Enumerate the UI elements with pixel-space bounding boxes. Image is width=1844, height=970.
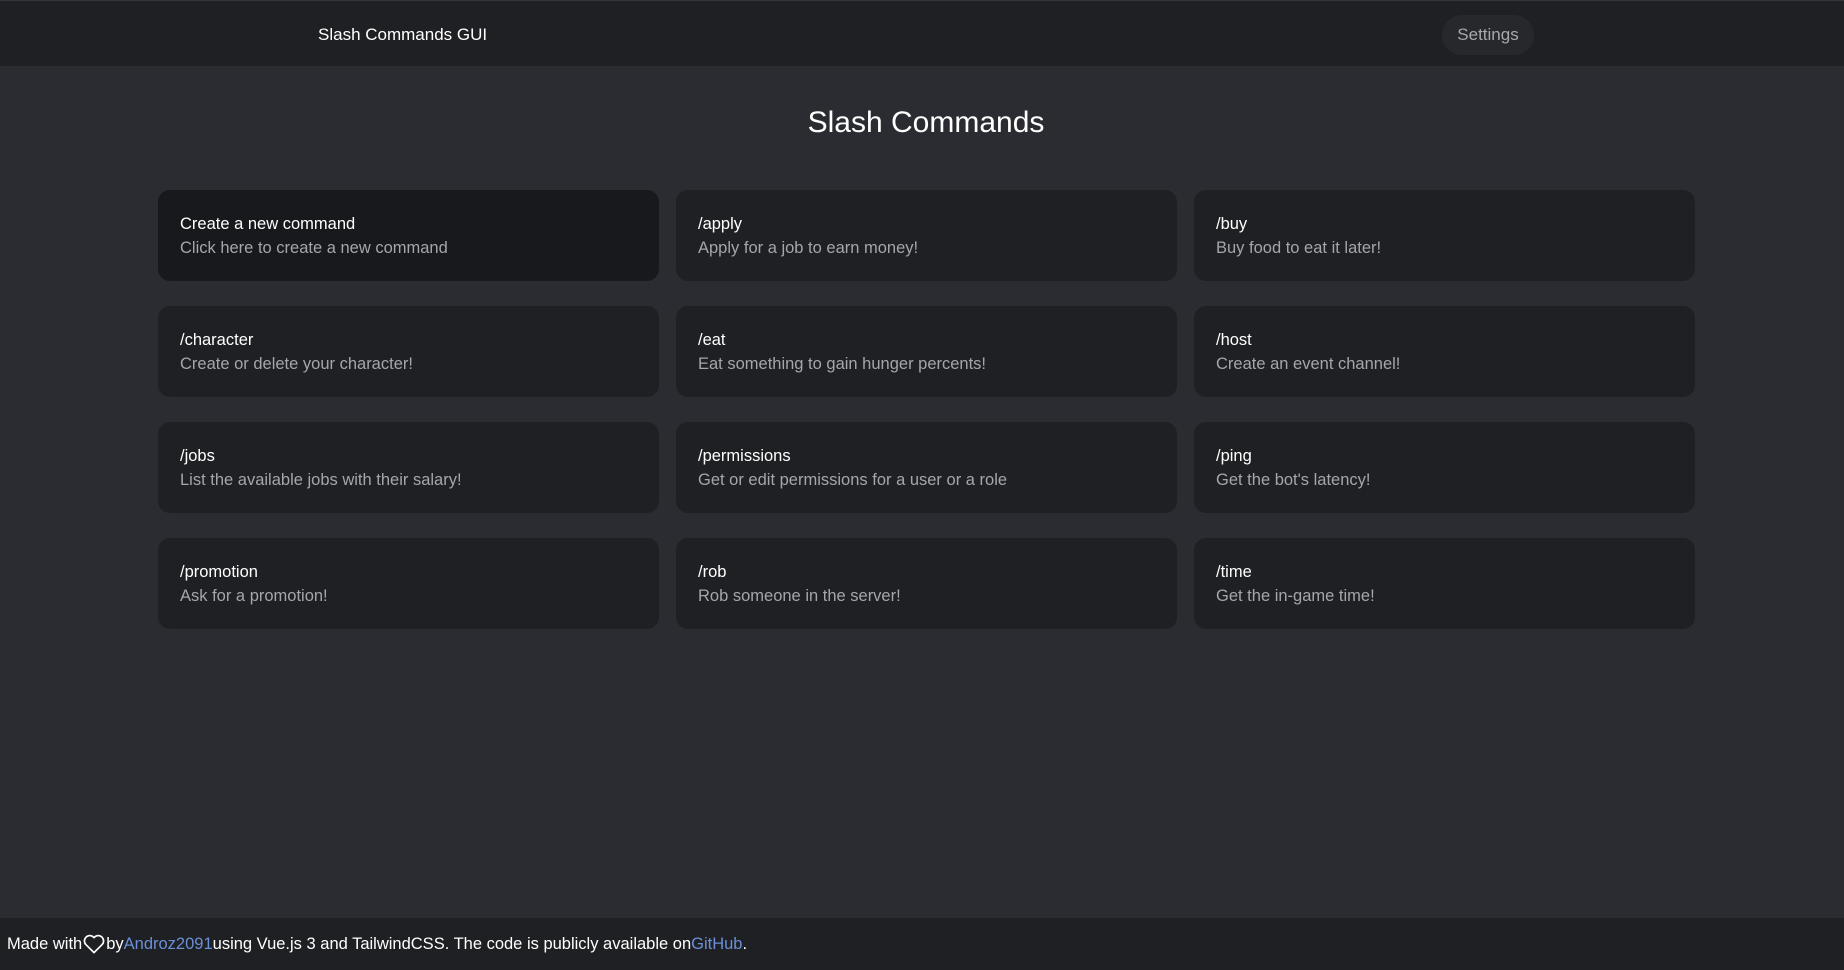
command-name: /promotion	[180, 563, 258, 581]
command-description: Get the in-game time!	[1216, 587, 1375, 605]
command-description: Create an event channel!	[1216, 355, 1401, 373]
command-card-character[interactable]: /character Create or delete your charact…	[158, 306, 659, 397]
command-description: Eat something to gain hunger percents!	[698, 355, 987, 373]
footer: Made with by Androz2091 using Vue.js 3 a…	[0, 918, 1844, 970]
command-card-promotion[interactable]: /promotion Ask for a promotion!	[158, 538, 659, 629]
create-command-card[interactable]: Create a new command Click here to creat…	[158, 190, 659, 281]
card-title: Create a new command	[180, 215, 356, 233]
command-name: /ping	[1216, 447, 1252, 465]
command-name: /permissions	[698, 447, 791, 465]
footer-text-end: .	[742, 934, 748, 953]
command-description: Ask for a promotion!	[180, 587, 328, 605]
command-description: Apply for a job to earn money!	[698, 239, 919, 257]
command-description: Get the bot's latency!	[1216, 471, 1371, 489]
command-name: /rob	[698, 563, 727, 581]
command-name: /host	[1216, 331, 1252, 349]
command-name: /time	[1216, 563, 1252, 581]
command-name: /jobs	[180, 447, 215, 465]
command-card-buy[interactable]: /buy Buy food to eat it later!	[1194, 190, 1695, 281]
heart-icon	[83, 934, 105, 954]
command-card-permissions[interactable]: /permissions Get or edit permissions for…	[676, 422, 1177, 513]
footer-text-by: by	[106, 934, 124, 953]
commands-grid: Create a new command Click here to creat…	[158, 190, 1695, 629]
command-card-eat[interactable]: /eat Eat something to gain hunger percen…	[676, 306, 1177, 397]
author-link[interactable]: Androz2091	[124, 935, 213, 954]
command-card-host[interactable]: /host Create an event channel!	[1194, 306, 1695, 397]
command-name: /buy	[1216, 215, 1248, 233]
settings-button[interactable]: Settings	[1442, 15, 1534, 55]
command-card-time[interactable]: /time Get the in-game time!	[1194, 538, 1695, 629]
command-description: List the available jobs with their salar…	[180, 471, 462, 489]
footer-text-middle: using Vue.js 3 and TailwindCSS. The code…	[212, 934, 692, 953]
command-name: /eat	[698, 331, 726, 349]
github-link[interactable]: GitHub	[691, 935, 742, 954]
command-description: Buy food to eat it later!	[1216, 239, 1382, 257]
command-card-rob[interactable]: /rob Rob someone in the server!	[676, 538, 1177, 629]
footer-text-made-with: Made with	[7, 934, 83, 953]
command-card-jobs[interactable]: /jobs List the available jobs with their…	[158, 422, 659, 513]
command-name: /apply	[698, 215, 743, 233]
app-title[interactable]: Slash Commands GUI	[318, 25, 487, 45]
command-description: Create or delete your character!	[180, 355, 413, 373]
command-card-ping[interactable]: /ping Get the bot's latency!	[1194, 422, 1695, 513]
card-description: Click here to create a new command	[180, 239, 448, 257]
command-card-apply[interactable]: /apply Apply for a job to earn money!	[676, 190, 1177, 281]
command-description: Get or edit permissions for a user or a …	[698, 471, 1008, 489]
page-title: Slash Commands	[807, 106, 1045, 139]
command-description: Rob someone in the server!	[698, 587, 901, 605]
command-name: /character	[180, 331, 254, 349]
top-navbar: Slash Commands GUI Settings	[0, 0, 1844, 66]
